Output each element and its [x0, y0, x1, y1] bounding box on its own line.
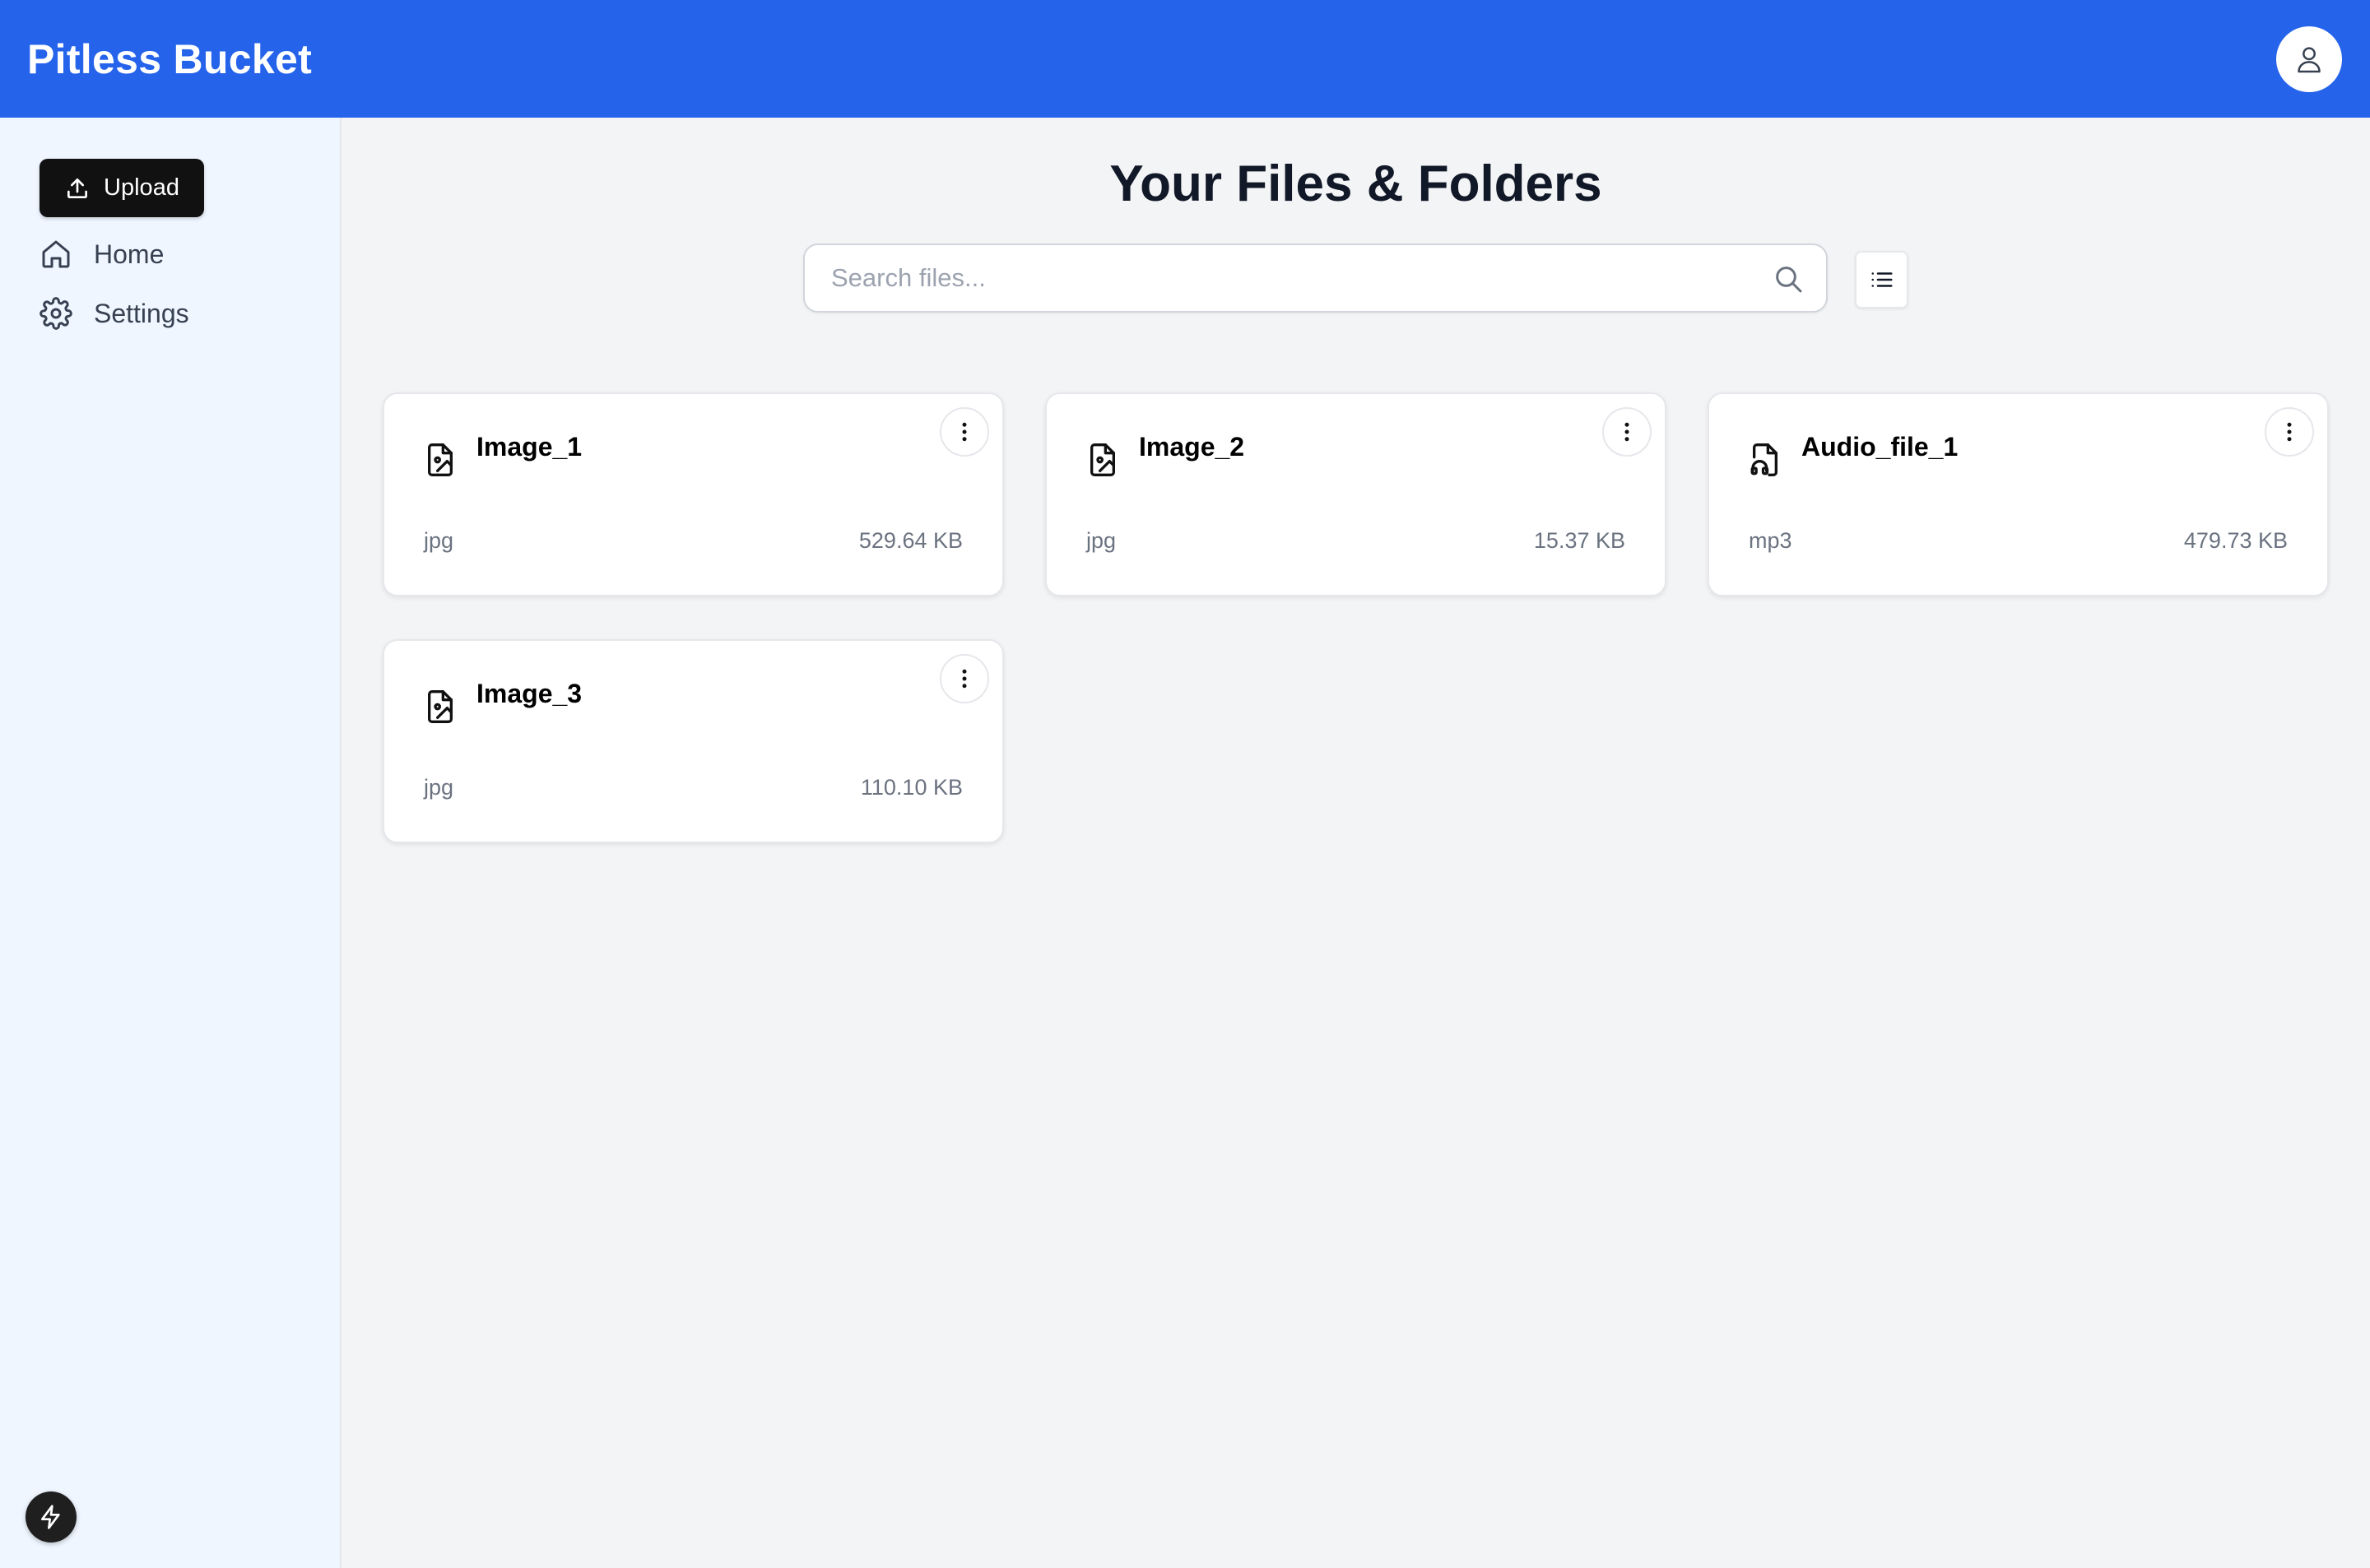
search-bar — [803, 244, 1828, 313]
upload-label: Upload — [104, 174, 179, 201]
list-view-icon — [1871, 272, 1892, 287]
sidebar-item-label: Home — [94, 239, 165, 269]
file-size: 479.73 KB — [2183, 528, 2288, 553]
view-toggle-button[interactable] — [1855, 251, 1908, 308]
file-name: Image_2 — [1139, 432, 1245, 462]
image-file-icon — [1090, 443, 1115, 476]
search-icon[interactable] — [1772, 262, 1805, 295]
file-size: 110.10 KB — [860, 775, 963, 800]
app-title[interactable]: Pitless Bucket — [27, 35, 312, 83]
file-grid: Image_1 jpg 529.64 KB Image_2 jpg 15.37 … — [383, 392, 2329, 843]
more-vertical-icon — [962, 669, 967, 689]
top-bar: Pitless Bucket — [0, 0, 2370, 118]
file-name: Image_3 — [476, 679, 583, 708]
file-name: Image_1 — [476, 432, 583, 462]
audio-file-icon — [1750, 443, 1778, 476]
upload-icon — [67, 178, 88, 198]
file-type: jpg — [424, 528, 454, 553]
file-menu-button[interactable] — [940, 654, 989, 703]
more-vertical-icon — [1624, 422, 1629, 442]
user-avatar-button[interactable] — [2276, 26, 2342, 92]
gear-icon — [40, 297, 72, 330]
more-vertical-icon — [962, 422, 967, 442]
file-name: Audio_file_1 — [1801, 432, 1959, 462]
file-card[interactable]: Image_3 jpg 110.10 KB — [383, 639, 1004, 843]
sidebar-item-settings[interactable]: Settings — [40, 297, 189, 330]
file-size: 529.64 KB — [858, 528, 963, 553]
file-type: jpg — [424, 775, 454, 800]
file-menu-button[interactable] — [2265, 407, 2314, 457]
file-type: mp3 — [1749, 528, 1792, 553]
more-vertical-icon — [2287, 422, 2292, 442]
file-menu-button[interactable] — [940, 407, 989, 457]
file-type: jpg — [1086, 528, 1117, 553]
sidebar-item-label: Settings — [94, 298, 189, 328]
quick-action-button[interactable] — [26, 1491, 77, 1542]
user-icon — [2298, 46, 2321, 72]
file-card[interactable]: Audio_file_1 mp3 479.73 KB — [1708, 392, 2329, 596]
sidebar: Upload Home Settings — [0, 118, 342, 1568]
image-file-icon — [428, 690, 453, 723]
file-size: 15.37 KB — [1533, 528, 1625, 553]
sidebar-item-home[interactable]: Home — [40, 238, 164, 271]
home-icon — [42, 240, 70, 268]
file-menu-button[interactable] — [1602, 407, 1652, 457]
bolt-icon — [41, 1505, 60, 1529]
search-input[interactable] — [805, 245, 1826, 311]
upload-button[interactable]: Upload — [40, 159, 204, 217]
page-title: Your Files & Folders — [1109, 155, 1602, 212]
file-card[interactable]: Image_1 jpg 529.64 KB — [383, 392, 1004, 596]
file-card[interactable]: Image_2 jpg 15.37 KB — [1045, 392, 1666, 596]
image-file-icon — [428, 443, 453, 476]
